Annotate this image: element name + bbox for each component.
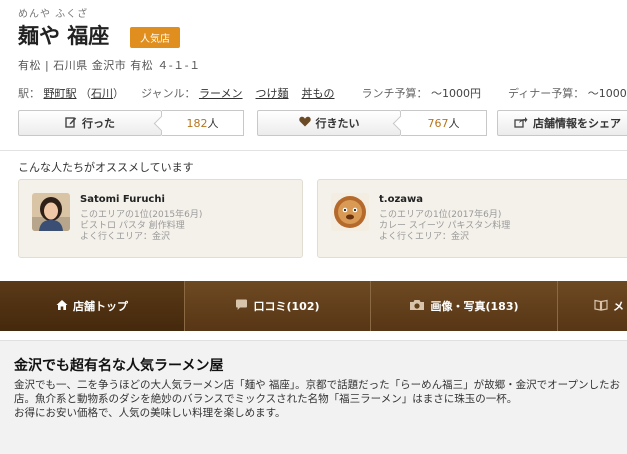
want-count-number: 767 — [427, 116, 449, 130]
recommender-card[interactable]: t.ozawa このエリアの1位(2017年6月) カレー スイーツ パキスタン… — [317, 179, 627, 258]
heart-icon — [298, 116, 311, 130]
recommender-name[interactable]: t.ozawa — [379, 194, 423, 205]
restaurant-address: 有松 | 石川県 金沢市 有松 ４-１-１ — [18, 59, 201, 72]
description-line: お得にお安い価格で、人気の美味しい料理を楽しめます。 — [14, 407, 286, 419]
description-body: 金沢でも一、二を争うほどの大人気ラーメン店「麺や 福座」。京都で話題だった「らー… — [14, 378, 622, 420]
speech-bubble-icon — [235, 299, 248, 314]
genre-link-tsukemen[interactable]: つけ麺 — [256, 87, 289, 100]
share-label: 店舗情報をシェア — [533, 117, 621, 130]
want-button[interactable]: 行きたい — [257, 110, 401, 136]
genre-label: ジャンル： — [141, 87, 196, 100]
recommender-rank: このエリアの1位(2015年6月) — [80, 210, 203, 220]
station-link[interactable]: 野町駅 — [44, 87, 77, 100]
tab-top-label: 店舗トップ — [73, 300, 128, 313]
restaurant-name: 麺や 福座 — [18, 24, 110, 48]
recommender-area: よく行くエリア：金沢 — [379, 232, 470, 242]
station-paren-open: （ — [80, 87, 91, 100]
dinner-budget: ～1000円 — [587, 87, 627, 100]
description-line: 金沢でも一、二を争うほどの大人気ラーメン店「麺や 福座」。京都で話題だった「らー… — [14, 379, 621, 405]
tab-photos[interactable]: 画像・写真(183) — [371, 281, 558, 331]
share-icon — [514, 116, 528, 131]
recommend-title: こんな人たちがオススメしています — [18, 161, 194, 174]
recommender-area: よく行くエリア：金沢 — [80, 232, 171, 242]
restaurant-nav: 店舗トップ 口コミ(102) 画像・写真(183) メ — [0, 281, 627, 331]
info-row: 駅： 野町駅 （石川） ジャンル： ラーメン つけ麺 丼もの ランチ予算： ～1… — [18, 85, 627, 101]
pref-link[interactable]: 石川 — [91, 87, 113, 100]
station-paren-close: ） — [113, 87, 124, 100]
avatar — [331, 193, 369, 231]
tab-photos-label: 画像・写真(183) — [430, 300, 519, 313]
camera-icon — [409, 299, 425, 314]
tab-menu-label: メ — [613, 300, 624, 313]
avatar — [32, 193, 70, 231]
went-count-unit: 人 — [207, 117, 219, 130]
station-label: 駅： — [18, 87, 40, 100]
recommender-rank: このエリアの1位(2017年6月) — [379, 210, 502, 220]
lunch-budget: ～1000円 — [431, 87, 482, 100]
genre-link-ramen[interactable]: ラーメン — [199, 87, 243, 100]
went-count: 182 人 — [162, 110, 244, 136]
want-count-unit: 人 — [448, 117, 460, 130]
tab-reviews-label: 口コミ(102) — [253, 300, 320, 313]
recommender-tags: カレー スイーツ パキスタン料理 — [379, 221, 511, 231]
tab-menu[interactable]: メ — [558, 281, 627, 331]
description-heading: 金沢でも超有名な人気ラーメン屋 — [14, 358, 224, 374]
want-count: 767 人 — [401, 110, 487, 136]
recommender-tags: ビストロ パスタ 創作料理 — [80, 221, 185, 231]
tab-top[interactable]: 店舗トップ — [0, 281, 185, 331]
went-button[interactable]: 行った — [18, 110, 162, 136]
went-label: 行った — [82, 117, 115, 130]
divider — [0, 150, 627, 151]
recommender-name[interactable]: Satomi Furuchi — [80, 194, 165, 205]
dinner-label: ディナー予算： — [508, 87, 585, 100]
popular-badge: 人気店 — [130, 27, 180, 48]
genre-link-donburi[interactable]: 丼もの — [302, 87, 335, 100]
home-icon — [56, 299, 68, 314]
share-button[interactable]: 店舗情報をシェア — [497, 110, 627, 136]
edit-icon — [65, 116, 77, 131]
tab-reviews[interactable]: 口コミ(102) — [185, 281, 371, 331]
went-count-number: 182 — [186, 116, 208, 130]
lunch-label: ランチ予算： — [361, 87, 428, 100]
restaurant-ruby: めんや ふくざ — [18, 9, 89, 20]
want-label: 行きたい — [315, 117, 360, 130]
book-icon — [594, 299, 608, 314]
recommender-card[interactable]: Satomi Furuchi このエリアの1位(2015年6月) ビストロ パス… — [18, 179, 303, 258]
